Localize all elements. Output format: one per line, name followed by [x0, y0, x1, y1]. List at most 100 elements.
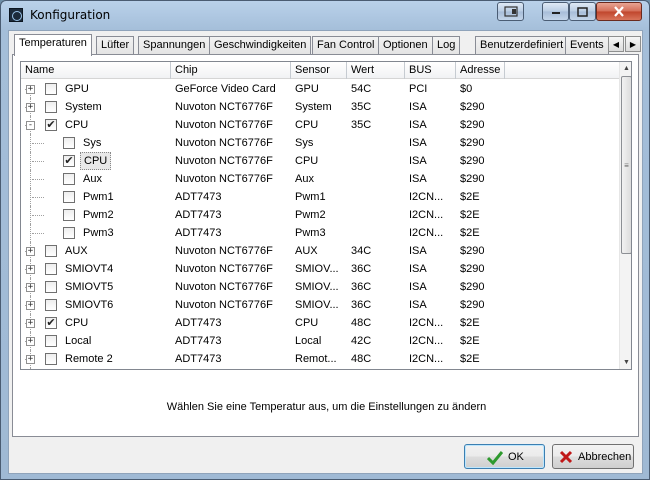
maximize-button[interactable] [569, 2, 596, 21]
tree-connector [32, 161, 44, 162]
table-row[interactable]: + SMIOVT5 Nuvoton NCT6776F SMIOV... 36C ISA $2… [21, 278, 619, 296]
scroll-down-icon[interactable]: ▼ [620, 356, 631, 369]
sensor-tree-list[interactable]: Name Chip Sensor Wert BUS Adresse + GPU Ge… [20, 61, 632, 370]
tab-spannungen[interactable]: Spannungen [138, 36, 211, 55]
tab-events[interactable]: Events [565, 36, 609, 55]
sensor-name[interactable]: CPU [62, 116, 91, 134]
cancel-x-icon [559, 450, 573, 463]
column-name[interactable]: Name [21, 62, 171, 79]
table-row[interactable]: + Remote 2 ADT7473 Remot... 48C I2CN... $2E [21, 350, 619, 368]
tab-optionen[interactable]: Optionen [378, 36, 433, 55]
value-cell: 54C [351, 83, 372, 95]
sensor-checkbox[interactable] [45, 335, 57, 347]
sensor-checkbox[interactable] [45, 353, 57, 365]
table-row[interactable]: Aux Nuvoton NCT6776F Aux ISA $290 [21, 170, 619, 188]
vertical-scrollbar[interactable]: ▲ ≡ ▼ [619, 62, 631, 369]
checkmark-icon [487, 450, 503, 465]
sensor-checkbox[interactable] [45, 245, 57, 257]
sensor-checkbox[interactable] [45, 101, 57, 113]
tab-scroll-left-icon[interactable]: ◀ [608, 36, 624, 52]
table-row[interactable]: + SMIOVT6 Nuvoton NCT6776F SMIOV... 36C ISA $2… [21, 296, 619, 314]
table-row[interactable]: + ✔ CPU ADT7473 CPU 48C I2CN... $2E [21, 314, 619, 332]
table-row[interactable]: ✔ CPU Nuvoton NCT6776F CPU ISA $290 [21, 152, 619, 170]
scroll-up-icon[interactable]: ▲ [620, 62, 631, 75]
tab-luefter[interactable]: Lüfter [96, 36, 135, 55]
sensor-checkbox[interactable] [63, 227, 75, 239]
expand-icon[interactable]: + [26, 301, 35, 310]
sensor-name[interactable]: SMIOVT5 [62, 278, 116, 296]
sensor-name[interactable]: Aux [80, 170, 105, 188]
sensor-name[interactable]: SMIOVT4 [62, 260, 116, 278]
sensor-cell: Local [295, 335, 322, 347]
sensor-checkbox[interactable] [45, 299, 57, 311]
table-row[interactable]: + SMIOVT4 Nuvoton NCT6776F SMIOV... 36C ISA $2… [21, 260, 619, 278]
column-adresse[interactable]: Adresse [456, 62, 505, 79]
expand-icon[interactable]: + [26, 355, 35, 364]
tree-connector [32, 143, 44, 144]
table-row[interactable]: Pwm1 ADT7473 Pwm1 I2CN... $2E [21, 188, 619, 206]
sensor-checkbox[interactable] [63, 191, 75, 203]
sensor-checkbox[interactable]: ✔ [45, 317, 57, 329]
sensor-name[interactable]: Pwm3 [80, 224, 117, 242]
table-row[interactable]: + System Nuvoton NCT6776F System 35C ISA $290 [21, 98, 619, 116]
address-cell: $290 [460, 137, 485, 149]
tab-temperaturen[interactable]: Temperaturen [14, 34, 92, 56]
table-row[interactable]: +HD1HD1 (120.0GB)HD10CAd. S...$0 [21, 368, 619, 369]
expand-icon[interactable]: + [26, 265, 35, 274]
cancel-button[interactable]: Abbrechen [552, 444, 634, 469]
table-row[interactable]: - ✔ CPU Nuvoton NCT6776F CPU 35C ISA $290 [21, 116, 619, 134]
pin-window-icon[interactable] [497, 2, 524, 21]
close-button[interactable] [596, 2, 642, 21]
column-chip[interactable]: Chip [171, 62, 291, 79]
title-bar[interactable]: Konfiguration [1, 1, 649, 29]
bus-cell: I2CN... [409, 353, 444, 365]
sensor-checkbox[interactable] [45, 83, 57, 95]
sensor-checkbox[interactable] [63, 137, 75, 149]
tab-fan-control[interactable]: Fan Control [312, 36, 380, 55]
address-cell: $0 [460, 368, 472, 369]
table-row[interactable]: Pwm2 ADT7473 Pwm2 I2CN... $2E [21, 206, 619, 224]
expand-icon[interactable]: + [26, 337, 35, 346]
tab-benutzerdefiniert[interactable]: Benutzerdefiniert [475, 36, 569, 55]
table-row[interactable]: Pwm3 ADT7473 Pwm3 I2CN... $2E [21, 224, 619, 242]
sensor-name[interactable]: Local [62, 332, 94, 350]
expand-icon[interactable]: + [26, 283, 35, 292]
column-wert[interactable]: Wert [347, 62, 405, 79]
sensor-name[interactable]: AUX [62, 242, 91, 260]
sensor-name[interactable]: HD1 [62, 368, 90, 369]
table-row[interactable]: Sys Nuvoton NCT6776F Sys ISA $290 [21, 134, 619, 152]
sensor-checkbox[interactable] [45, 281, 57, 293]
column-sensor[interactable]: Sensor [291, 62, 347, 79]
sensor-name[interactable]: Pwm2 [80, 206, 117, 224]
table-row[interactable]: + AUX Nuvoton NCT6776F AUX 34C ISA $290 [21, 242, 619, 260]
expand-icon[interactable]: + [26, 85, 35, 94]
expand-icon[interactable]: + [26, 247, 35, 256]
sensor-checkbox[interactable] [63, 209, 75, 221]
sensor-name[interactable]: Pwm1 [80, 188, 117, 206]
scroll-thumb[interactable]: ≡ [621, 76, 631, 254]
sensor-name[interactable]: GPU [62, 80, 92, 98]
ok-button[interactable]: OK [464, 444, 545, 469]
sensor-cell: Remot... [295, 353, 337, 365]
expand-icon[interactable]: + [26, 103, 35, 112]
table-row[interactable]: + Local ADT7473 Local 42C I2CN... $2E [21, 332, 619, 350]
tab-scroll-right-icon[interactable]: ▶ [625, 36, 641, 52]
expand-icon[interactable]: + [26, 319, 35, 328]
sensor-checkbox[interactable] [45, 263, 57, 275]
sensor-checkbox[interactable]: ✔ [63, 155, 75, 167]
tree-connector [30, 152, 31, 170]
tab-geschwindigkeiten[interactable]: Geschwindigkeiten [209, 36, 312, 55]
sensor-name[interactable]: Remote 2 [62, 350, 116, 368]
column-bus[interactable]: BUS [405, 62, 456, 79]
sensor-name[interactable]: Sys [80, 134, 104, 152]
minimize-button[interactable] [542, 2, 569, 21]
sensor-name[interactable]: CPU [62, 314, 91, 332]
sensor-name[interactable]: System [62, 98, 105, 116]
sensor-name[interactable]: SMIOVT6 [62, 296, 116, 314]
collapse-icon[interactable]: - [26, 121, 35, 130]
sensor-checkbox[interactable]: ✔ [45, 119, 57, 131]
table-row[interactable]: + GPU GeForce Video Card GPU 54C PCI $0 [21, 80, 619, 98]
sensor-name[interactable]: CPU [80, 152, 112, 170]
tab-log[interactable]: Log [432, 36, 461, 55]
sensor-checkbox[interactable] [63, 173, 75, 185]
